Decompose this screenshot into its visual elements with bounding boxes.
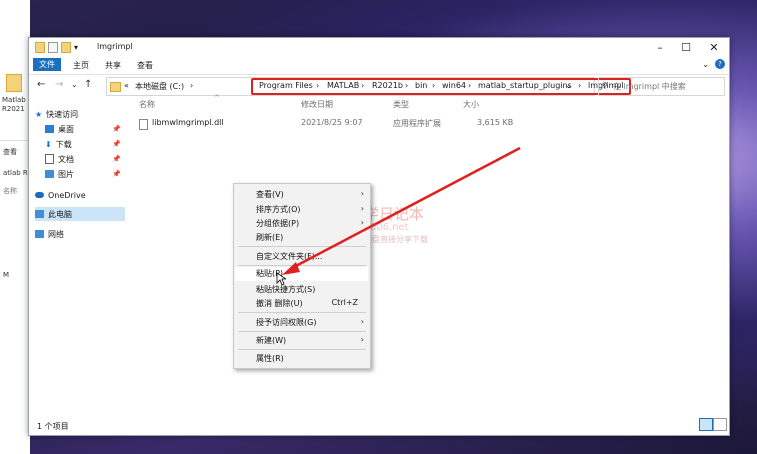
mouse-cursor-icon	[276, 272, 286, 286]
annotation-arrow	[282, 146, 521, 275]
